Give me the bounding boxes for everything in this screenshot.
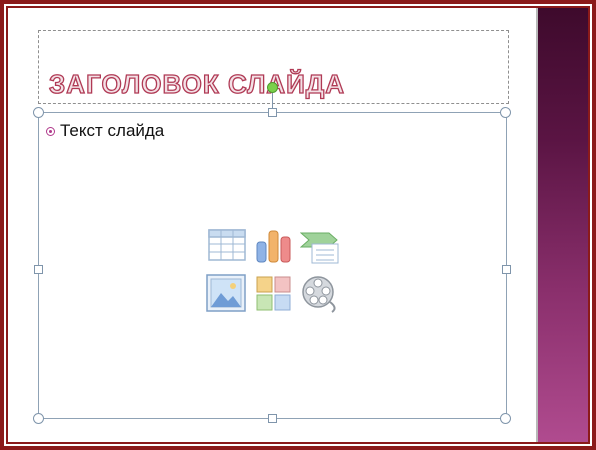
content-insert-icons	[202, 228, 342, 316]
bullet-icon	[46, 126, 55, 136]
bullet-item[interactable]: Текст слайда	[46, 121, 164, 141]
rotate-handle[interactable]	[267, 82, 278, 93]
resize-handle-bottom-right[interactable]	[500, 413, 511, 424]
insert-media-icon[interactable]	[300, 274, 340, 314]
theme-background-band	[536, 8, 588, 442]
insert-smartart-icon[interactable]	[300, 230, 340, 264]
resize-handle-top[interactable]	[268, 108, 277, 117]
resize-handle-top-right[interactable]	[500, 107, 511, 118]
insert-clipart-icon[interactable]	[256, 276, 292, 312]
insert-picture-icon[interactable]	[206, 274, 246, 312]
insert-chart-icon[interactable]	[254, 228, 294, 264]
slide-title[interactable]: ЗАГОЛОВОК СЛАЙДА	[48, 68, 345, 100]
resize-handle-left[interactable]	[34, 265, 43, 274]
resize-handle-bottom-left[interactable]	[33, 413, 44, 424]
resize-handle-top-left[interactable]	[33, 107, 44, 118]
insert-table-icon[interactable]	[208, 228, 246, 262]
resize-handle-right[interactable]	[502, 265, 511, 274]
resize-handle-bottom[interactable]	[268, 414, 277, 423]
bullet-text[interactable]: Текст слайда	[60, 121, 164, 141]
